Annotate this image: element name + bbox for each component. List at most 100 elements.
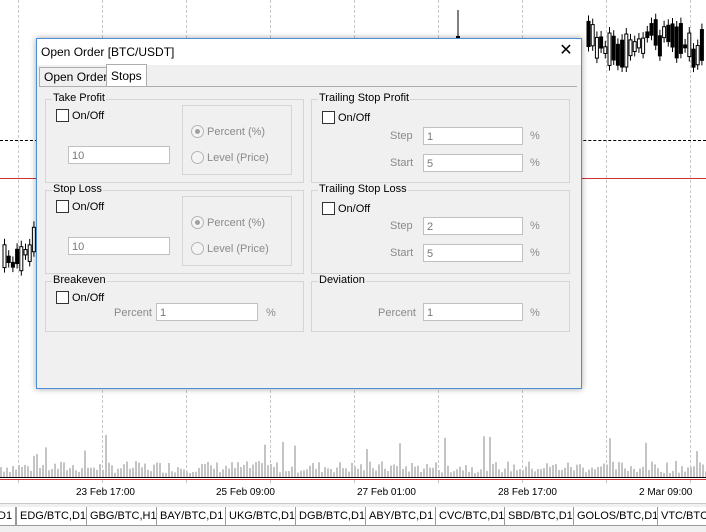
group-title: Stop Loss [52,183,103,195]
checkbox-box[interactable] [56,109,69,122]
checkbox-box[interactable] [56,291,69,304]
volume-bar [684,471,686,477]
title-bar[interactable]: Open Order [BTC/USDT] ✕ [37,39,581,65]
volume-bar [582,467,584,477]
checkbox-box[interactable] [56,200,69,213]
volume-bar [132,467,134,477]
volume-bar [9,472,11,477]
checkbox-box[interactable] [322,111,335,124]
symbol-tab[interactable]: DGB/BTC,D1 [295,507,370,526]
trailing-profit-step-input[interactable]: 1 [423,127,523,145]
symbol-tab[interactable]: D1 [0,507,17,526]
radio-dot[interactable] [191,151,204,164]
symbol-tab[interactable]: BAY/BTC,D1 [156,507,228,526]
volume-bar [84,450,86,477]
symbol-tab[interactable]: GBG/BTC,H1 [86,507,161,526]
volume-bar [420,471,422,477]
volume-bar [285,471,287,477]
volume-bar [30,470,32,477]
candle-body [620,39,625,68]
volume-bar [516,470,518,477]
volume-bar [459,466,461,477]
volume-bar [408,471,410,477]
take-profit-group: Take Profit On/Off 10 Percent (%) Level … [45,92,304,183]
group-title: Breakeven [52,274,107,286]
deviation-percent-input[interactable]: 1 [423,303,523,321]
radio-dot[interactable] [191,125,204,138]
candles-left [2,221,36,276]
volume-bar [75,470,77,477]
volume-bar [225,465,227,477]
stop-loss-onoff-checkbox[interactable]: On/Off [56,200,104,213]
symbol-tab[interactable]: GOLOS/BTC,D1 [573,507,663,526]
volume-bar [54,463,56,477]
volume-bar [378,464,380,477]
volume-bar [636,471,638,477]
symbol-tab[interactable]: EDG/BTC,D1 [16,507,91,526]
volume-bar [213,468,215,477]
symbol-tab[interactable]: UKG/BTC,D1 [225,507,300,526]
trailing-profit-start-input[interactable]: 5 [423,154,523,172]
stop-loss-value-input[interactable]: 10 [68,237,170,255]
volume-bar [0,467,2,477]
volume-bar [477,471,479,477]
symbol-tab[interactable]: SBD/BTC,D1 [504,507,577,526]
volume-bar [618,462,620,477]
volume-bar [60,461,62,477]
volume-bar [240,467,242,477]
volume-bar [435,462,437,477]
volume-bar [51,469,53,477]
volume-bar [252,464,254,477]
volume-bar [120,468,122,477]
radio-level[interactable]: Level (Price) [191,151,269,164]
volume-bar [663,472,665,477]
volume-bar [300,470,302,477]
volume-bar [360,464,362,477]
trailing-loss-start-input[interactable]: 5 [423,244,523,262]
volume-bar [588,469,590,477]
checkbox-label: On/Off [72,109,105,122]
close-icon[interactable]: ✕ [557,42,575,60]
volume-bar [474,472,476,477]
volume-bar [504,468,506,477]
volume-bar [306,469,308,477]
radio-level[interactable]: Level (Price) [191,242,269,255]
candle-body [699,29,704,61]
symbol-tab[interactable]: CVC/BTC,D1 [435,507,509,526]
volume-bar [336,467,338,477]
trailing-loss-step-input[interactable]: 2 [423,217,523,235]
trailing-loss-onoff-checkbox[interactable]: On/Off [322,202,370,215]
radio-percent[interactable]: Percent (%) [191,216,265,229]
volume-bar [561,469,563,477]
volume-bar [45,447,47,477]
take-profit-onoff-checkbox[interactable]: On/Off [56,109,104,122]
volume-bar [687,467,689,477]
tab-open-order[interactable]: Open Order [39,67,113,88]
time-tick: 27 Feb 01:00 [357,487,416,498]
volume-bar [558,469,560,477]
tab-stops[interactable]: Stops [106,64,147,88]
checkbox-box[interactable] [322,202,335,215]
group-title: Trailing Stop Profit [318,92,411,104]
percent-unit: % [266,307,276,319]
symbol-tab[interactable]: ABY/BTC,D1 [365,507,438,526]
volume-bar [702,464,704,477]
trailing-profit-onoff-checkbox[interactable]: On/Off [322,111,370,124]
volume-bar [303,470,305,477]
percent-unit: % [530,220,540,232]
symbol-tab[interactable]: VTC/BTC, [657,507,706,526]
radio-dot[interactable] [191,216,204,229]
volume-bar [15,469,17,477]
radio-label: Percent (%) [207,216,266,229]
volume-bar [519,469,521,477]
volume-bar [93,467,95,477]
take-profit-value-input[interactable]: 10 [68,146,170,164]
candles-right [586,13,704,73]
volume-bar [453,471,455,477]
radio-dot[interactable] [191,242,204,255]
candle-body [624,33,629,68]
breakeven-onoff-checkbox[interactable]: On/Off [56,291,104,304]
breakeven-percent-input[interactable]: 1 [156,303,258,321]
volume-bar [165,472,167,477]
radio-percent[interactable]: Percent (%) [191,125,265,138]
